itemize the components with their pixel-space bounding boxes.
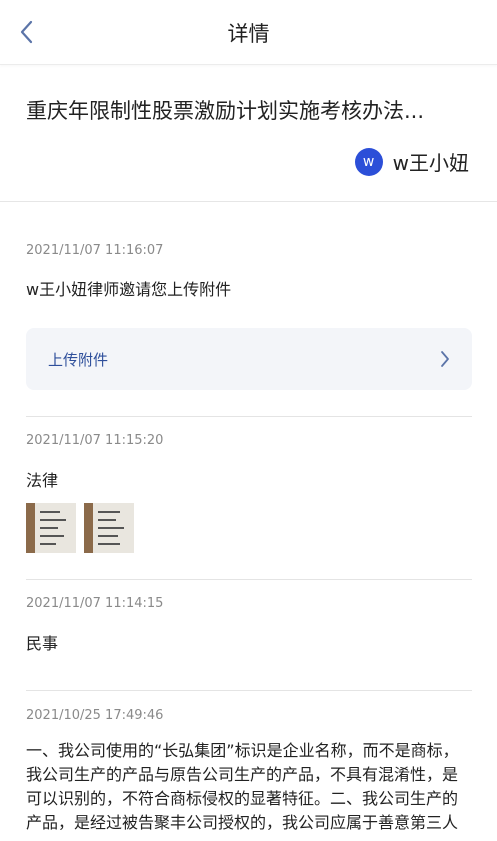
feed-entry: 2021/11/07 11:16:07 w王小妞律师邀请您上传附件 上传附件 — [26, 202, 472, 417]
entry-text-line: 我公司生产的产品与原告公司生产的产品，不具有混淆性，是 — [26, 765, 459, 784]
upload-attachment-button[interactable]: 上传附件 — [26, 328, 472, 390]
entry-text-line: 一、我公司使用的“长弘集团”标识是企业名称，而不是商标， — [26, 741, 459, 760]
entry-timestamp: 2021/11/07 11:15:20 — [26, 433, 164, 448]
entry-body: 一、我公司使用的“长弘集团”标识是企业名称，而不是商标， 我公司生产的产品与原告… — [26, 739, 496, 835]
case-header: 重庆年限制性股票激励计划实施考核办法... w w王小妞 — [0, 65, 497, 201]
entry-text: 民事 — [26, 634, 59, 653]
case-owner: w w王小妞 — [354, 147, 469, 176]
feed-entry: 2021/10/25 17:49:46 一、我公司使用的“长弘集团”标识是企业名… — [26, 691, 472, 841]
entry-text-line: 可以识别的，不符合商标侵权的显著特征。二、我公司生产的 — [26, 789, 459, 808]
entry-timestamp: 2021/11/07 11:14:15 — [26, 596, 164, 611]
upload-attachment-label: 上传附件 — [48, 350, 109, 369]
entry-text-line: 产品，是经过被告聚丰公司授权的，我公司应属于善意第三人 — [26, 813, 459, 832]
attachment-thumbnails — [26, 503, 142, 553]
attachment-thumbnail[interactable] — [26, 503, 76, 553]
activity-feed: 2021/11/07 11:16:07 w王小妞律师邀请您上传附件 上传附件 2… — [26, 202, 472, 841]
avatar: w — [354, 147, 383, 176]
entry-timestamp: 2021/10/25 17:49:46 — [26, 708, 164, 723]
navigation-bar: 详情 — [0, 0, 497, 65]
entry-text: 法律 — [26, 471, 59, 490]
feed-entry: 2021/11/07 11:14:15 民事 — [26, 580, 472, 691]
entry-timestamp: 2021/11/07 11:16:07 — [26, 243, 164, 258]
page-title: 详情 — [227, 22, 270, 46]
case-title: 重庆年限制性股票激励计划实施考核办法... — [26, 99, 425, 123]
chevron-right-icon — [441, 351, 449, 367]
feed-entry: 2021/11/07 11:15:20 法律 — [26, 417, 472, 580]
attachment-thumbnail[interactable] — [84, 503, 134, 553]
entry-text: w王小妞律师邀请您上传附件 — [26, 280, 232, 299]
owner-name: w王小妞 — [392, 151, 469, 175]
